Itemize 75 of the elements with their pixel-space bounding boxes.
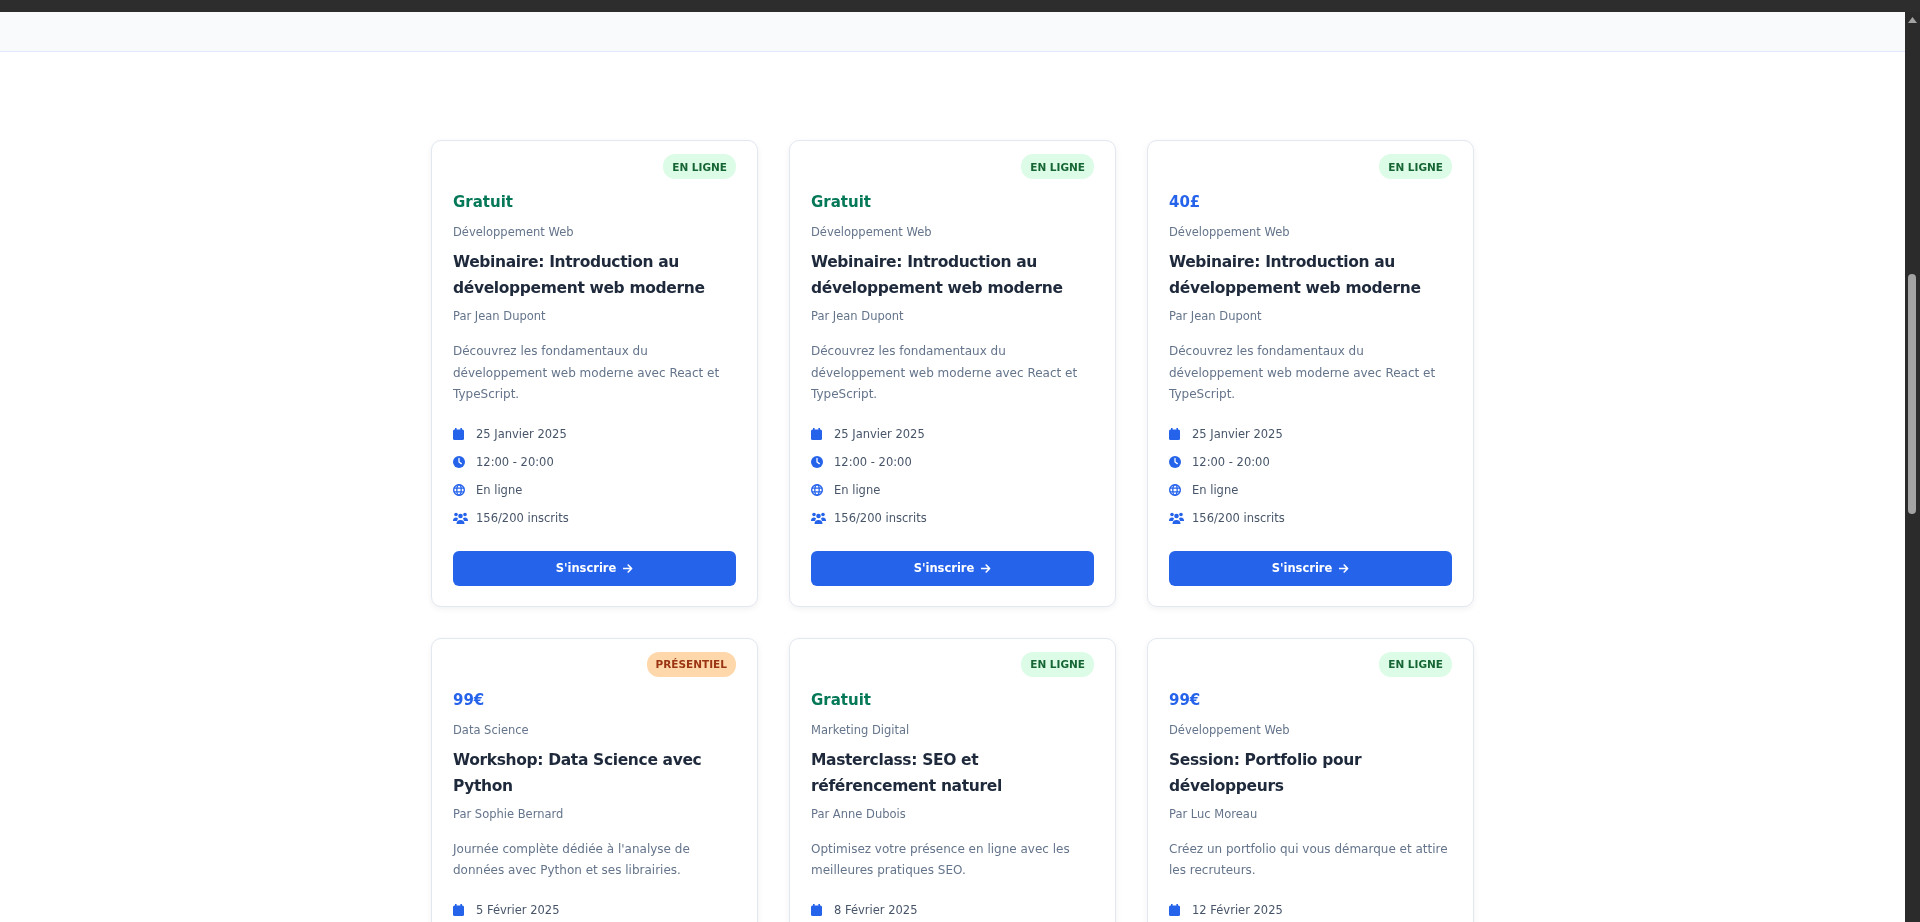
category-label: Marketing Digital <box>811 721 911 739</box>
clock-icon <box>811 455 823 468</box>
register-button[interactable]: S'inscrire <box>811 550 1094 586</box>
event-detail: 156/200 inscrits <box>1192 510 1285 525</box>
register-button[interactable]: S'inscrire <box>453 550 736 586</box>
arrow-right-icon <box>623 563 634 573</box>
event-title: Workshop: Data Science avec Python <box>453 749 703 797</box>
event-detail: En ligne <box>1192 482 1239 497</box>
scrollbar[interactable] <box>1905 12 1920 922</box>
event-description: Découvrez les fondamentaux du développement web moderne avec React et TypeScript. <box>453 343 721 403</box>
event-title: Webinaire: Introduction au développement web moderne <box>811 252 1064 299</box>
price: Gratuit <box>811 192 872 213</box>
calendar-icon <box>1169 903 1180 916</box>
calendar-icon <box>811 427 822 440</box>
format-badge: EN LIGNE <box>1379 651 1452 677</box>
author-name: Par Jean Dupont <box>811 308 905 325</box>
format-badge: EN LIGNE <box>663 154 736 179</box>
globe-icon <box>1169 483 1181 496</box>
format-badge: EN LIGNE <box>1379 154 1452 179</box>
format-badge: EN LIGNE <box>1021 651 1094 677</box>
calendar-icon <box>453 427 464 440</box>
price: Gratuit <box>811 689 872 711</box>
clock-icon <box>1169 455 1181 468</box>
price: 99€ <box>453 689 486 711</box>
event-detail: En ligne <box>476 482 523 497</box>
event-detail: 12:00 - 20:00 <box>476 454 554 469</box>
globe-icon <box>811 483 823 496</box>
users-icon <box>811 511 826 524</box>
category-label: Développement Web <box>1169 721 1291 739</box>
users-icon <box>1169 511 1184 524</box>
clock-icon <box>453 455 465 468</box>
event-detail: 156/200 inscrits <box>834 510 927 525</box>
users-icon <box>453 511 468 524</box>
event-description: Créez un portfolio qui vous démarque et attire les recruteurs. <box>1169 840 1449 879</box>
category-label: Data Science <box>453 721 530 739</box>
price: Gratuit <box>453 192 514 213</box>
event-description: Optimisez votre présence en ligne avec les meilleures pratiques SEO. <box>811 840 1071 879</box>
category-label: Développement Web <box>453 224 575 241</box>
calendar-icon <box>811 903 822 916</box>
author-name: Par Jean Dupont <box>1169 308 1263 325</box>
event-title: Masterclass: SEO et référencement naturel <box>811 749 1003 797</box>
calendar-icon <box>1169 427 1180 440</box>
event-title: Webinaire: Introduction au développement web moderne <box>453 252 706 299</box>
author-name: Par Sophie Bernard <box>453 805 565 823</box>
event-detail: 12 Février 2025 <box>1192 902 1283 917</box>
event-detail: 5 Février 2025 <box>476 902 560 917</box>
author-name: Par Anne Dubois <box>811 805 907 823</box>
event-detail: 25 Janvier 2025 <box>834 426 925 441</box>
event-detail: 25 Janvier 2025 <box>476 426 567 441</box>
author-name: Par Luc Moreau <box>1169 805 1259 823</box>
event-detail: 8 Février 2025 <box>834 902 918 917</box>
category-label: Développement Web <box>811 224 933 241</box>
event-description: Découvrez les fondamentaux du développement web moderne avec React et TypeScript. <box>1169 343 1437 403</box>
event-detail: 25 Janvier 2025 <box>1192 426 1283 441</box>
event-description: Découvrez les fondamentaux du développement web moderne avec React et TypeScript. <box>811 343 1079 403</box>
arrow-right-icon <box>1339 563 1350 573</box>
event-title: Webinaire: Introduction au développement web moderne <box>1169 252 1422 299</box>
price: 99€ <box>1169 689 1202 711</box>
event-detail: 156/200 inscrits <box>476 510 569 525</box>
scrollbar-thumb[interactable] <box>1908 274 1916 514</box>
globe-icon <box>453 483 465 496</box>
register-button[interactable]: S'inscrire <box>1169 550 1452 586</box>
event-description: Journée complète dédiée à l'analyse de données avec Python et ses librairies. <box>453 840 691 879</box>
category-label: Développement Web <box>1169 224 1291 241</box>
event-detail: 12:00 - 20:00 <box>834 454 912 469</box>
event-detail: En ligne <box>834 482 881 497</box>
calendar-icon <box>453 903 464 916</box>
format-badge: PRÉSENTIEL <box>646 651 736 677</box>
scroll-up-icon[interactable] <box>1908 17 1917 23</box>
event-title: Session: Portfolio pour développeurs <box>1169 749 1363 797</box>
arrow-right-icon <box>981 563 992 573</box>
author-name: Par Jean Dupont <box>453 308 547 325</box>
price: 40£ <box>1169 192 1202 213</box>
format-badge: EN LIGNE <box>1021 154 1094 179</box>
event-detail: 12:00 - 20:00 <box>1192 454 1270 469</box>
